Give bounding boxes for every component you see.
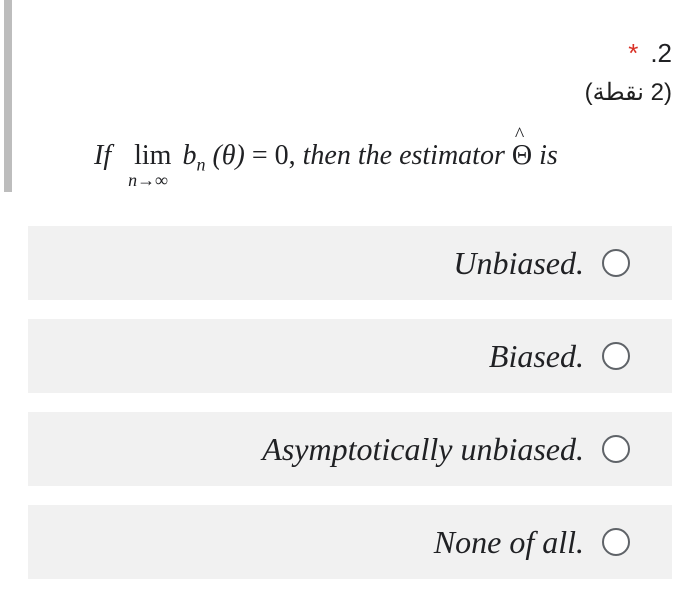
option-asymptotically-unbiased[interactable]: Asymptotically unbiased. — [28, 412, 672, 486]
option-label: Unbiased. — [453, 244, 584, 281]
question-number-line: * .2 — [585, 36, 672, 70]
lim-word: lim — [134, 140, 172, 171]
limit-expression: lim n→∞ — [128, 140, 172, 190]
b-subscript: n — [196, 154, 206, 175]
q-end-text: is — [539, 140, 558, 171]
option-none-of-all[interactable]: None of all. — [28, 505, 672, 579]
required-marker: * — [628, 38, 639, 68]
equals-zero: = 0, — [251, 140, 296, 171]
option-label: None of all. — [433, 523, 584, 560]
q-if: If — [94, 140, 112, 171]
question-number: .2 — [650, 38, 672, 68]
b-symbol: b — [182, 140, 197, 171]
hat-accent: ^ — [514, 124, 525, 146]
question-points: (2 نقطة) — [584, 79, 672, 106]
option-label: Asymptotically unbiased. — [262, 430, 584, 467]
radio-button[interactable] — [602, 342, 630, 370]
estimator-symbol: ^ Θ — [512, 124, 532, 172]
option-label: Biased. — [488, 337, 584, 374]
options-list: Unbiased. Biased. Asymptotically unbiase… — [28, 226, 672, 598]
q-middle-text: then the estimator — [302, 140, 505, 171]
radio-button[interactable] — [602, 249, 630, 277]
option-biased[interactable]: Biased. — [28, 319, 672, 393]
question-text: If lim n→∞ bn (θ) = 0, then the estimato… — [94, 124, 558, 190]
lim-subscript: n→∞ — [128, 170, 168, 190]
left-accent-bar — [4, 0, 12, 192]
option-unbiased[interactable]: Unbiased. — [28, 226, 672, 300]
radio-button[interactable] — [602, 528, 630, 556]
theta-argument: (θ) — [212, 140, 245, 171]
radio-button[interactable] — [602, 435, 630, 463]
question-header: * .2 (2 نقطة) — [585, 36, 672, 110]
